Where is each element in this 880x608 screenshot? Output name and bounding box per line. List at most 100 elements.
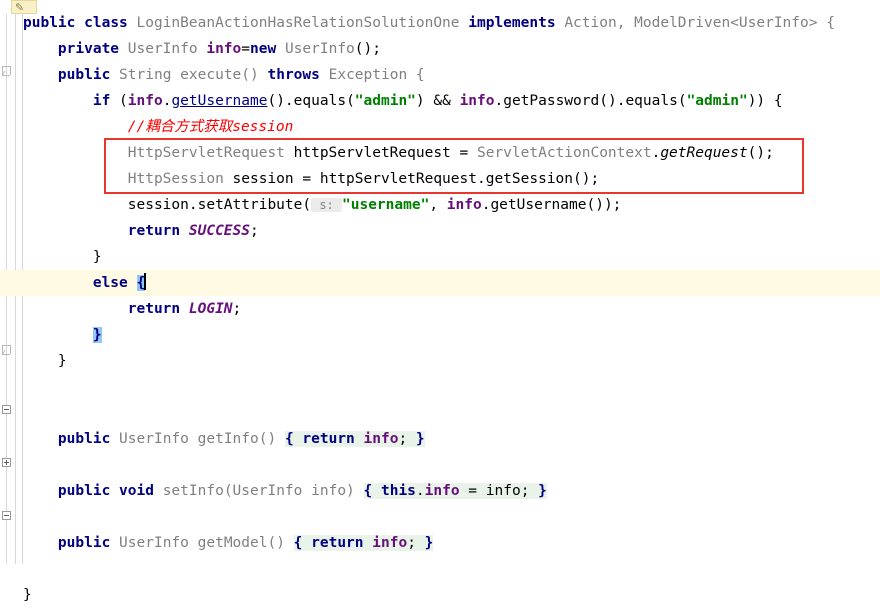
code-token[interactable]: getUsername (171, 93, 267, 109)
code-token: () (267, 535, 285, 551)
code-token: (); (747, 145, 774, 161)
code-content[interactable]: public class LoginBeanActionHasRelationS… (0, 10, 880, 608)
code-token: ; (398, 431, 416, 447)
fold-expand-setinfo-icon[interactable] (2, 458, 11, 467)
code-token: Action, ModelDriven<UserInfo> { (564, 15, 835, 31)
code-line[interactable]: HttpServletRequest httpServletRequest = … (23, 140, 880, 166)
code-token: } (92, 327, 102, 343)
code-line[interactable]: } (23, 322, 880, 348)
code-line[interactable]: public void setInfo(UserInfo info) { thi… (23, 478, 880, 504)
code-line[interactable]: return LOGIN; (23, 296, 880, 322)
code-line[interactable] (23, 374, 880, 400)
code-token: ( (302, 197, 312, 213)
code-line[interactable]: return SUCCESS; (23, 218, 880, 244)
code-token: private (57, 41, 120, 57)
code-token: return (127, 301, 181, 317)
code-token: void (119, 483, 154, 499)
code-line[interactable]: } (23, 244, 880, 270)
fold-collapse-getmodel-icon[interactable] (2, 511, 11, 520)
code-token: HttpSession (127, 171, 224, 187)
code-token: httpServletRequest (319, 171, 477, 187)
code-line[interactable]: public UserInfo getInfo() { return info;… (23, 426, 880, 452)
code-token: ) (346, 483, 355, 499)
code-token: public (57, 483, 111, 499)
code-token: . (188, 197, 198, 213)
code-token: else (92, 275, 128, 291)
code-token: throws (267, 67, 320, 83)
code-token: getUsername (490, 197, 587, 213)
code-token: ( (346, 93, 355, 109)
code-line[interactable] (23, 504, 880, 530)
code-token: info (459, 93, 495, 109)
code-editor[interactable]: ✎ public class LoginBeanActionHasRelatio… (0, 0, 880, 603)
code-token: UserInfo (119, 431, 189, 447)
fold-region-end-execute-top-icon[interactable] (2, 66, 11, 75)
code-token: } (538, 483, 547, 499)
code-token: getRequest (660, 145, 748, 161)
code-token: } (415, 431, 425, 447)
code-token: , (429, 197, 447, 213)
code-token: setAttribute (197, 197, 303, 213)
code-token: . (415, 483, 425, 499)
code-token: getInfo (197, 431, 259, 447)
code-token: (); (573, 171, 600, 187)
code-token: (). (267, 93, 294, 109)
code-token: . (494, 93, 504, 109)
code-token: ( (223, 483, 233, 499)
code-token: SUCCESS (188, 223, 250, 239)
code-token: (). (599, 93, 626, 109)
code-token: class (84, 15, 128, 31)
fold-region-end-execute-icon[interactable] (2, 345, 11, 354)
code-token: equals (293, 93, 347, 109)
code-token: "admin" (354, 93, 416, 109)
code-line[interactable]: if (info.getUsername().equals("admin") &… (23, 88, 880, 114)
code-token: ; (232, 301, 242, 317)
code-line[interactable]: } (23, 348, 880, 374)
code-token: getSession (485, 171, 574, 187)
code-line[interactable]: public String execute() throws Exception… (23, 62, 880, 88)
fold-collapse-getinfo-icon[interactable] (2, 405, 11, 414)
code-token: equals (625, 93, 678, 109)
code-line[interactable]: else { (0, 270, 880, 296)
code-line[interactable]: //耦合方式获取session (23, 114, 880, 140)
code-token: = (241, 41, 250, 57)
code-line[interactable] (23, 400, 880, 426)
code-line[interactable]: public UserInfo getModel() { return info… (23, 530, 880, 556)
code-line[interactable]: HttpSession session = httpServletRequest… (23, 166, 880, 192)
code-token: ()); (586, 197, 622, 213)
code-line[interactable] (23, 452, 880, 478)
code-token: setInfo (162, 483, 224, 499)
code-token: info (127, 93, 163, 109)
code-token: info (424, 483, 460, 499)
code-token: HttpServletRequest (127, 145, 285, 161)
code-token: { (293, 535, 312, 551)
code-token: "admin" (686, 93, 748, 109)
code-token: info (446, 197, 482, 213)
code-line[interactable]: public class LoginBeanActionHasRelationS… (23, 10, 880, 36)
code-line[interactable]: session.setAttribute( s: "username", inf… (23, 192, 880, 218)
code-line[interactable] (23, 556, 880, 582)
code-token: } (57, 353, 67, 369)
code-line[interactable]: } (23, 582, 880, 608)
code-line[interactable]: private UserInfo info=new UserInfo(); (23, 36, 880, 62)
code-token: execute (180, 67, 242, 83)
